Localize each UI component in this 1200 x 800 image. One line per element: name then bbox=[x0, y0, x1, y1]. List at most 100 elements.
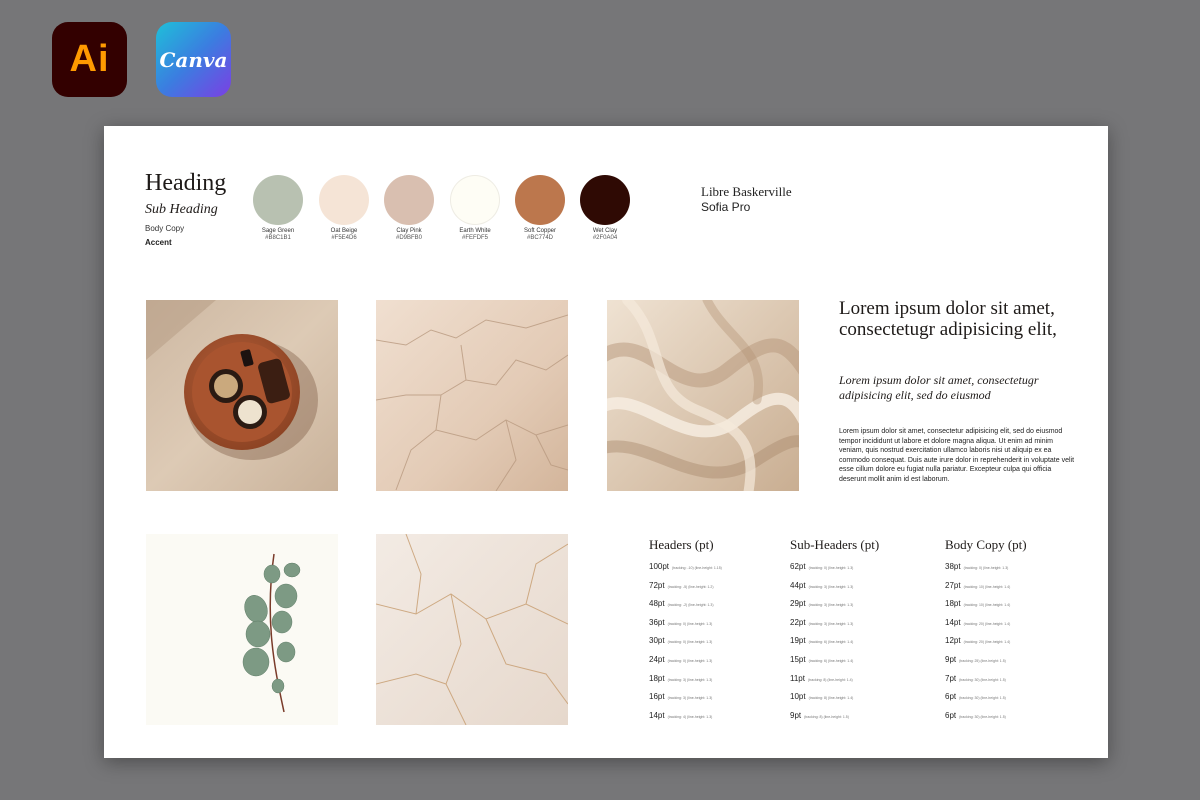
lorem-heading: Lorem ipsum dolor sit amet, consectetugr… bbox=[839, 298, 1057, 340]
body-copy-sample: Body Copy bbox=[145, 224, 185, 233]
swatch-name: Oat Beige bbox=[330, 228, 358, 234]
swatch-hex: #D9BFB0 bbox=[395, 235, 422, 241]
scale-meta: (tracking: 10) (line-height: 1.4) bbox=[963, 603, 1011, 607]
scale-meta: (tracking: 6) (line-height: 1.4) bbox=[808, 640, 854, 644]
heading-sample: Heading bbox=[145, 170, 227, 196]
photo-silk-fabric bbox=[607, 300, 799, 491]
body-scale-title: Body Copy (pt) bbox=[945, 537, 1027, 552]
scale-row: 9pt (tracking: 25) (line-height: 1.5) bbox=[945, 655, 1006, 664]
swatch-hex: #FEFDF5 bbox=[461, 235, 488, 241]
scale-row: 6pt (tracking: 30) (line-height: 1.5) bbox=[945, 692, 1006, 701]
sub-heading-sample: Sub Heading bbox=[145, 202, 218, 217]
scale-row: 10pt (tracking: 8) (line-height: 1.4) bbox=[790, 692, 853, 701]
primary-font-name: Libre Baskerville bbox=[701, 184, 792, 199]
scale-size: 6pt bbox=[945, 711, 957, 720]
swatch-circle bbox=[450, 175, 500, 225]
scale-row: 36pt (tracking: 0) (line-height: 1.3) bbox=[649, 618, 712, 627]
scale-size: 44pt bbox=[790, 581, 806, 590]
swatch-hex: #BC774D bbox=[526, 235, 553, 241]
scale-size: 18pt bbox=[945, 599, 961, 608]
secondary-font-name: Sofia Pro bbox=[701, 200, 751, 214]
scale-row: 9pt (tracking: 8) (line-height: 1.5) bbox=[790, 711, 849, 720]
swatch-name: Wet Clay bbox=[592, 228, 618, 234]
scale-row: 14pt (tracking: 20) (line-height: 1.4) bbox=[945, 618, 1010, 627]
scale-meta: (tracking: 3) (line-height: 1.3) bbox=[808, 603, 854, 607]
swatch-circle bbox=[253, 175, 303, 225]
scale-meta: (tracking: 20) (line-height: 1.4) bbox=[963, 622, 1011, 626]
scale-meta: (tracking: 30) (line-height: 1.5) bbox=[959, 678, 1006, 682]
scale-row: 15pt (tracking: 6) (line-height: 1.4) bbox=[790, 655, 853, 664]
subheaders-scale-title: Sub-Headers (pt) bbox=[790, 537, 880, 552]
scale-size: 12pt bbox=[945, 636, 961, 645]
swatch-circle bbox=[384, 175, 434, 225]
scale-meta: (tracking: 20) (line-height: 1.4) bbox=[963, 640, 1011, 644]
scale-size: 14pt bbox=[945, 618, 961, 627]
scale-meta: (tracking: 8) (line-height: 1.5) bbox=[804, 715, 849, 719]
scale-meta: (tracking: 0) (line-height: 1.3) bbox=[963, 566, 1009, 570]
scale-row: 6pt (tracking: 30) (line-height: 1.5) bbox=[945, 711, 1006, 720]
swatch-name: Soft Copper bbox=[523, 228, 557, 234]
scale-size: 38pt bbox=[945, 562, 961, 571]
scale-size: 100pt bbox=[649, 562, 670, 571]
swatch-name: Clay Pink bbox=[396, 228, 422, 234]
headers-scale-title: Headers (pt) bbox=[649, 537, 714, 552]
scale-size: 15pt bbox=[790, 655, 806, 664]
swatch-sage-green: Sage Green #B8C1B1 bbox=[243, 175, 313, 241]
scale-row: 12pt (tracking: 20) (line-height: 1.4) bbox=[945, 636, 1010, 645]
scale-meta: (tracking: 30) (line-height: 1.5) bbox=[959, 696, 1006, 700]
scale-size: 36pt bbox=[649, 618, 665, 627]
scale-meta: (tracking: 3) (line-height: 1.3) bbox=[808, 622, 854, 626]
canva-app-icon: Canva bbox=[156, 22, 231, 97]
canva-label: Canva bbox=[159, 47, 228, 72]
photo-marble bbox=[376, 534, 568, 725]
lorem-body: Lorem ipsum dolor sit amet, consectetur … bbox=[839, 428, 1075, 483]
swatch-wet-clay: Wet Clay #2F0A04 bbox=[570, 175, 640, 241]
scale-meta: (tracking: 30) (line-height: 1.5) bbox=[959, 715, 1006, 719]
scale-meta: (tracking: 10) (line-height: 1.4) bbox=[963, 585, 1011, 589]
scale-row: 18pt (tracking: 3) (line-height: 1.3) bbox=[649, 674, 712, 683]
scale-size: 18pt bbox=[649, 674, 665, 683]
scale-meta: (tracking: -5) (line-height: 1.2) bbox=[667, 585, 714, 589]
scale-row: 27pt (tracking: 10) (line-height: 1.4) bbox=[945, 581, 1010, 590]
scale-meta: (tracking: 0) (line-height: 1.3) bbox=[667, 640, 713, 644]
scale-size: 9pt bbox=[945, 655, 957, 664]
scale-size: 27pt bbox=[945, 581, 961, 590]
scale-size: 30pt bbox=[649, 636, 665, 645]
scale-size: 72pt bbox=[649, 581, 665, 590]
scale-row: 11pt (tracking: 8) (line-height: 1.4) bbox=[790, 674, 853, 683]
scale-meta: (tracking: -10) (line-height: 1.15) bbox=[672, 566, 722, 570]
illustrator-label: Ai bbox=[69, 38, 110, 80]
scale-row: 18pt (tracking: 10) (line-height: 1.4) bbox=[945, 599, 1010, 608]
swatch-earth-white: Earth White #FEFDF5 bbox=[440, 175, 510, 241]
scale-row: 48pt (tracking: -2) (line-height: 1.3) bbox=[649, 599, 714, 608]
scale-meta: (tracking: 8) (line-height: 1.4) bbox=[808, 696, 854, 700]
scale-meta: (tracking: -2) (line-height: 1.3) bbox=[667, 603, 714, 607]
scale-size: 6pt bbox=[945, 692, 957, 701]
scale-size: 24pt bbox=[649, 655, 665, 664]
scale-row: 30pt (tracking: 0) (line-height: 1.3) bbox=[649, 636, 712, 645]
swatch-hex: #B8C1B1 bbox=[265, 235, 291, 241]
scale-row: 24pt (tracking: 0) (line-height: 1.3) bbox=[649, 655, 712, 664]
scale-size: 19pt bbox=[790, 636, 806, 645]
scale-meta: (tracking: 3) (line-height: 1.3) bbox=[667, 678, 713, 682]
swatch-hex: #F5E4D6 bbox=[331, 235, 357, 241]
scale-size: 9pt bbox=[790, 711, 802, 720]
scale-meta: (tracking: 3) (line-height: 1.3) bbox=[667, 696, 713, 700]
scale-row: 44pt (tracking: 3) (line-height: 1.3) bbox=[790, 581, 853, 590]
photo-cracked-plaster bbox=[376, 300, 568, 491]
scale-size: 7pt bbox=[945, 674, 957, 683]
lorem-subheading: Lorem ipsum dolor sit amet, consectetugr… bbox=[839, 373, 1039, 402]
scale-row: 22pt (tracking: 3) (line-height: 1.3) bbox=[790, 618, 853, 627]
photo-skincare-tray bbox=[146, 300, 338, 491]
scale-row: 19pt (tracking: 6) (line-height: 1.4) bbox=[790, 636, 853, 645]
scale-size: 48pt bbox=[649, 599, 665, 608]
scale-meta: (tracking: 3) (line-height: 1.3) bbox=[808, 585, 854, 589]
scale-meta: (tracking: 0) (line-height: 1.3) bbox=[667, 659, 713, 663]
swatch-clay-pink: Clay Pink #D9BFB0 bbox=[374, 175, 444, 241]
scale-row: 38pt (tracking: 0) (line-height: 1.3) bbox=[945, 562, 1008, 571]
scale-meta: (tracking: 0) (line-height: 1.3) bbox=[667, 622, 713, 626]
illustrator-app-icon: Ai bbox=[52, 22, 127, 97]
brand-board: Heading Sub Heading Body Copy Accent Sag… bbox=[104, 126, 1108, 758]
swatch-soft-copper: Soft Copper #BC774D bbox=[505, 175, 575, 241]
swatch-circle bbox=[319, 175, 369, 225]
